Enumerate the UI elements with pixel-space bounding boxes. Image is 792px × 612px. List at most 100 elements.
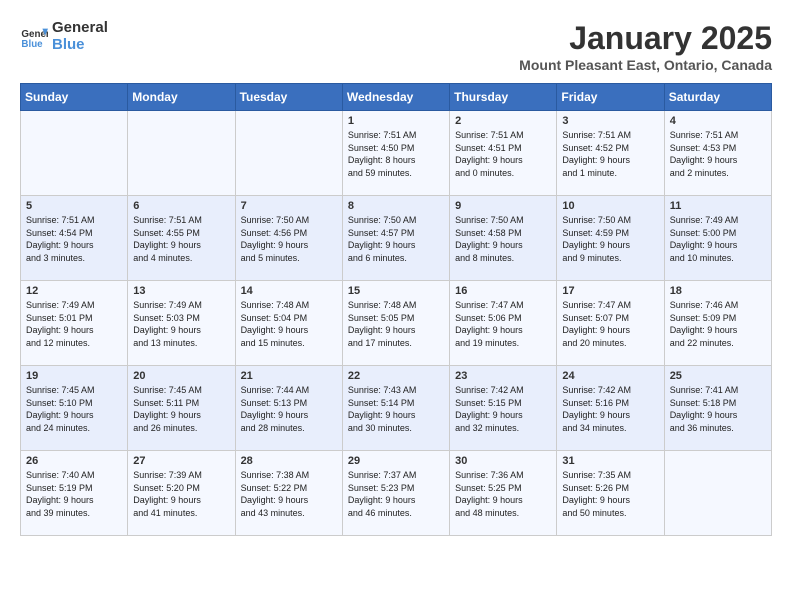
header-sunday: Sunday — [21, 84, 128, 111]
day-number: 31 — [562, 455, 658, 467]
calendar-week-row: 19 Sunrise: 7:45 AM Sunset: 5:10 PM Dayli… — [21, 366, 772, 451]
day-number: 18 — [670, 285, 766, 297]
day-info: Sunrise: 7:48 AM Sunset: 5:04 PM Dayligh… — [241, 299, 337, 349]
calendar-cell — [664, 451, 771, 536]
location-subtitle: Mount Pleasant East, Ontario, Canada — [519, 57, 772, 73]
day-info: Sunrise: 7:47 AM Sunset: 5:07 PM Dayligh… — [562, 299, 658, 349]
day-number: 10 — [562, 200, 658, 212]
day-number: 17 — [562, 285, 658, 297]
logo-icon: General Blue — [20, 23, 48, 51]
day-number: 2 — [455, 115, 551, 127]
calendar-cell: 10 Sunrise: 7:50 AM Sunset: 4:59 PM Dayli… — [557, 196, 664, 281]
logo: General Blue General Blue — [20, 20, 108, 53]
day-number: 14 — [241, 285, 337, 297]
calendar-header-row: SundayMondayTuesdayWednesdayThursdayFrid… — [21, 84, 772, 111]
calendar-cell: 23 Sunrise: 7:42 AM Sunset: 5:15 PM Dayli… — [450, 366, 557, 451]
day-info: Sunrise: 7:51 AM Sunset: 4:53 PM Dayligh… — [670, 129, 766, 179]
day-number: 3 — [562, 115, 658, 127]
calendar-cell: 5 Sunrise: 7:51 AM Sunset: 4:54 PM Daylig… — [21, 196, 128, 281]
day-number: 11 — [670, 200, 766, 212]
calendar-week-row: 26Sunrise: 7:40 AM Sunset: 5:19 PM Dayli… — [21, 451, 772, 536]
day-info: Sunrise: 7:39 AM Sunset: 5:20 PM Dayligh… — [133, 469, 229, 519]
day-number: 8 — [348, 200, 444, 212]
header-monday: Monday — [128, 84, 235, 111]
day-info: Sunrise: 7:51 AM Sunset: 4:52 PM Dayligh… — [562, 129, 658, 179]
calendar-table: SundayMondayTuesdayWednesdayThursdayFrid… — [20, 83, 772, 536]
title-block: January 2025 Mount Pleasant East, Ontari… — [519, 20, 772, 73]
calendar-week-row: 12 Sunrise: 7:49 AM Sunset: 5:01 PM Dayli… — [21, 281, 772, 366]
day-info: Sunrise: 7:49 AM Sunset: 5:01 PM Dayligh… — [26, 299, 122, 349]
calendar-cell: 24Sunrise: 7:42 AM Sunset: 5:16 PM Dayli… — [557, 366, 664, 451]
day-number: 1 — [348, 115, 444, 127]
svg-text:Blue: Blue — [21, 38, 43, 49]
day-number: 5 — [26, 200, 122, 212]
day-number: 7 — [241, 200, 337, 212]
calendar-cell: 18 Sunrise: 7:46 AM Sunset: 5:09 PM Dayli… — [664, 281, 771, 366]
calendar-cell: 7 Sunrise: 7:50 AM Sunset: 4:56 PM Daylig… — [235, 196, 342, 281]
day-number: 12 — [26, 285, 122, 297]
page-header: General Blue General Blue January 2025 M… — [20, 20, 772, 73]
day-info: Sunrise: 7:46 AM Sunset: 5:09 PM Dayligh… — [670, 299, 766, 349]
day-number: 28 — [241, 455, 337, 467]
day-info: Sunrise: 7:45 AM Sunset: 5:11 PM Dayligh… — [133, 384, 229, 434]
calendar-cell: 19 Sunrise: 7:45 AM Sunset: 5:10 PM Dayli… — [21, 366, 128, 451]
calendar-cell — [21, 111, 128, 196]
day-info: Sunrise: 7:51 AM Sunset: 4:54 PM Dayligh… — [26, 214, 122, 264]
calendar-cell: 4 Sunrise: 7:51 AM Sunset: 4:53 PM Daylig… — [664, 111, 771, 196]
day-number: 15 — [348, 285, 444, 297]
calendar-week-row: 1 Sunrise: 7:51 AM Sunset: 4:50 PM Daylig… — [21, 111, 772, 196]
day-info: Sunrise: 7:50 AM Sunset: 4:59 PM Dayligh… — [562, 214, 658, 264]
header-thursday: Thursday — [450, 84, 557, 111]
day-info: Sunrise: 7:35 AM Sunset: 5:26 PM Dayligh… — [562, 469, 658, 519]
day-number: 13 — [133, 285, 229, 297]
day-number: 21 — [241, 370, 337, 382]
calendar-cell: 20Sunrise: 7:45 AM Sunset: 5:11 PM Dayli… — [128, 366, 235, 451]
calendar-cell: 3 Sunrise: 7:51 AM Sunset: 4:52 PM Daylig… — [557, 111, 664, 196]
calendar-cell: 26Sunrise: 7:40 AM Sunset: 5:19 PM Dayli… — [21, 451, 128, 536]
calendar-cell: 1 Sunrise: 7:51 AM Sunset: 4:50 PM Daylig… — [342, 111, 449, 196]
day-number: 22 — [348, 370, 444, 382]
day-info: Sunrise: 7:45 AM Sunset: 5:10 PM Dayligh… — [26, 384, 122, 434]
day-info: Sunrise: 7:40 AM Sunset: 5:19 PM Dayligh… — [26, 469, 122, 519]
day-info: Sunrise: 7:44 AM Sunset: 5:13 PM Dayligh… — [241, 384, 337, 434]
calendar-week-row: 5 Sunrise: 7:51 AM Sunset: 4:54 PM Daylig… — [21, 196, 772, 281]
day-info: Sunrise: 7:49 AM Sunset: 5:00 PM Dayligh… — [670, 214, 766, 264]
header-friday: Friday — [557, 84, 664, 111]
month-title: January 2025 — [519, 20, 772, 57]
day-info: Sunrise: 7:42 AM Sunset: 5:15 PM Dayligh… — [455, 384, 551, 434]
calendar-cell: 14 Sunrise: 7:48 AM Sunset: 5:04 PM Dayli… — [235, 281, 342, 366]
day-number: 30 — [455, 455, 551, 467]
calendar-cell: 31 Sunrise: 7:35 AM Sunset: 5:26 PM Dayli… — [557, 451, 664, 536]
day-number: 16 — [455, 285, 551, 297]
day-number: 25 — [670, 370, 766, 382]
calendar-cell: 6Sunrise: 7:51 AM Sunset: 4:55 PM Daylig… — [128, 196, 235, 281]
calendar-cell: 11 Sunrise: 7:49 AM Sunset: 5:00 PM Dayli… — [664, 196, 771, 281]
calendar-cell: 29Sunrise: 7:37 AM Sunset: 5:23 PM Dayli… — [342, 451, 449, 536]
day-info: Sunrise: 7:50 AM Sunset: 4:58 PM Dayligh… — [455, 214, 551, 264]
day-info: Sunrise: 7:47 AM Sunset: 5:06 PM Dayligh… — [455, 299, 551, 349]
calendar-cell: 9Sunrise: 7:50 AM Sunset: 4:58 PM Daylig… — [450, 196, 557, 281]
calendar-cell: 8Sunrise: 7:50 AM Sunset: 4:57 PM Daylig… — [342, 196, 449, 281]
day-number: 27 — [133, 455, 229, 467]
day-number: 19 — [26, 370, 122, 382]
calendar-cell — [235, 111, 342, 196]
day-info: Sunrise: 7:38 AM Sunset: 5:22 PM Dayligh… — [241, 469, 337, 519]
calendar-cell — [128, 111, 235, 196]
day-info: Sunrise: 7:51 AM Sunset: 4:50 PM Dayligh… — [348, 129, 444, 179]
calendar-cell: 16 Sunrise: 7:47 AM Sunset: 5:06 PM Dayli… — [450, 281, 557, 366]
day-number: 6 — [133, 200, 229, 212]
day-info: Sunrise: 7:49 AM Sunset: 5:03 PM Dayligh… — [133, 299, 229, 349]
calendar-cell: 13 Sunrise: 7:49 AM Sunset: 5:03 PM Dayli… — [128, 281, 235, 366]
day-info: Sunrise: 7:42 AM Sunset: 5:16 PM Dayligh… — [562, 384, 658, 434]
day-number: 23 — [455, 370, 551, 382]
header-wednesday: Wednesday — [342, 84, 449, 111]
header-tuesday: Tuesday — [235, 84, 342, 111]
day-info: Sunrise: 7:41 AM Sunset: 5:18 PM Dayligh… — [670, 384, 766, 434]
day-info: Sunrise: 7:50 AM Sunset: 4:56 PM Dayligh… — [241, 214, 337, 264]
header-saturday: Saturday — [664, 84, 771, 111]
day-number: 4 — [670, 115, 766, 127]
day-info: Sunrise: 7:43 AM Sunset: 5:14 PM Dayligh… — [348, 384, 444, 434]
calendar-cell: 27 Sunrise: 7:39 AM Sunset: 5:20 PM Dayli… — [128, 451, 235, 536]
calendar-cell: 30 Sunrise: 7:36 AM Sunset: 5:25 PM Dayli… — [450, 451, 557, 536]
day-info: Sunrise: 7:36 AM Sunset: 5:25 PM Dayligh… — [455, 469, 551, 519]
